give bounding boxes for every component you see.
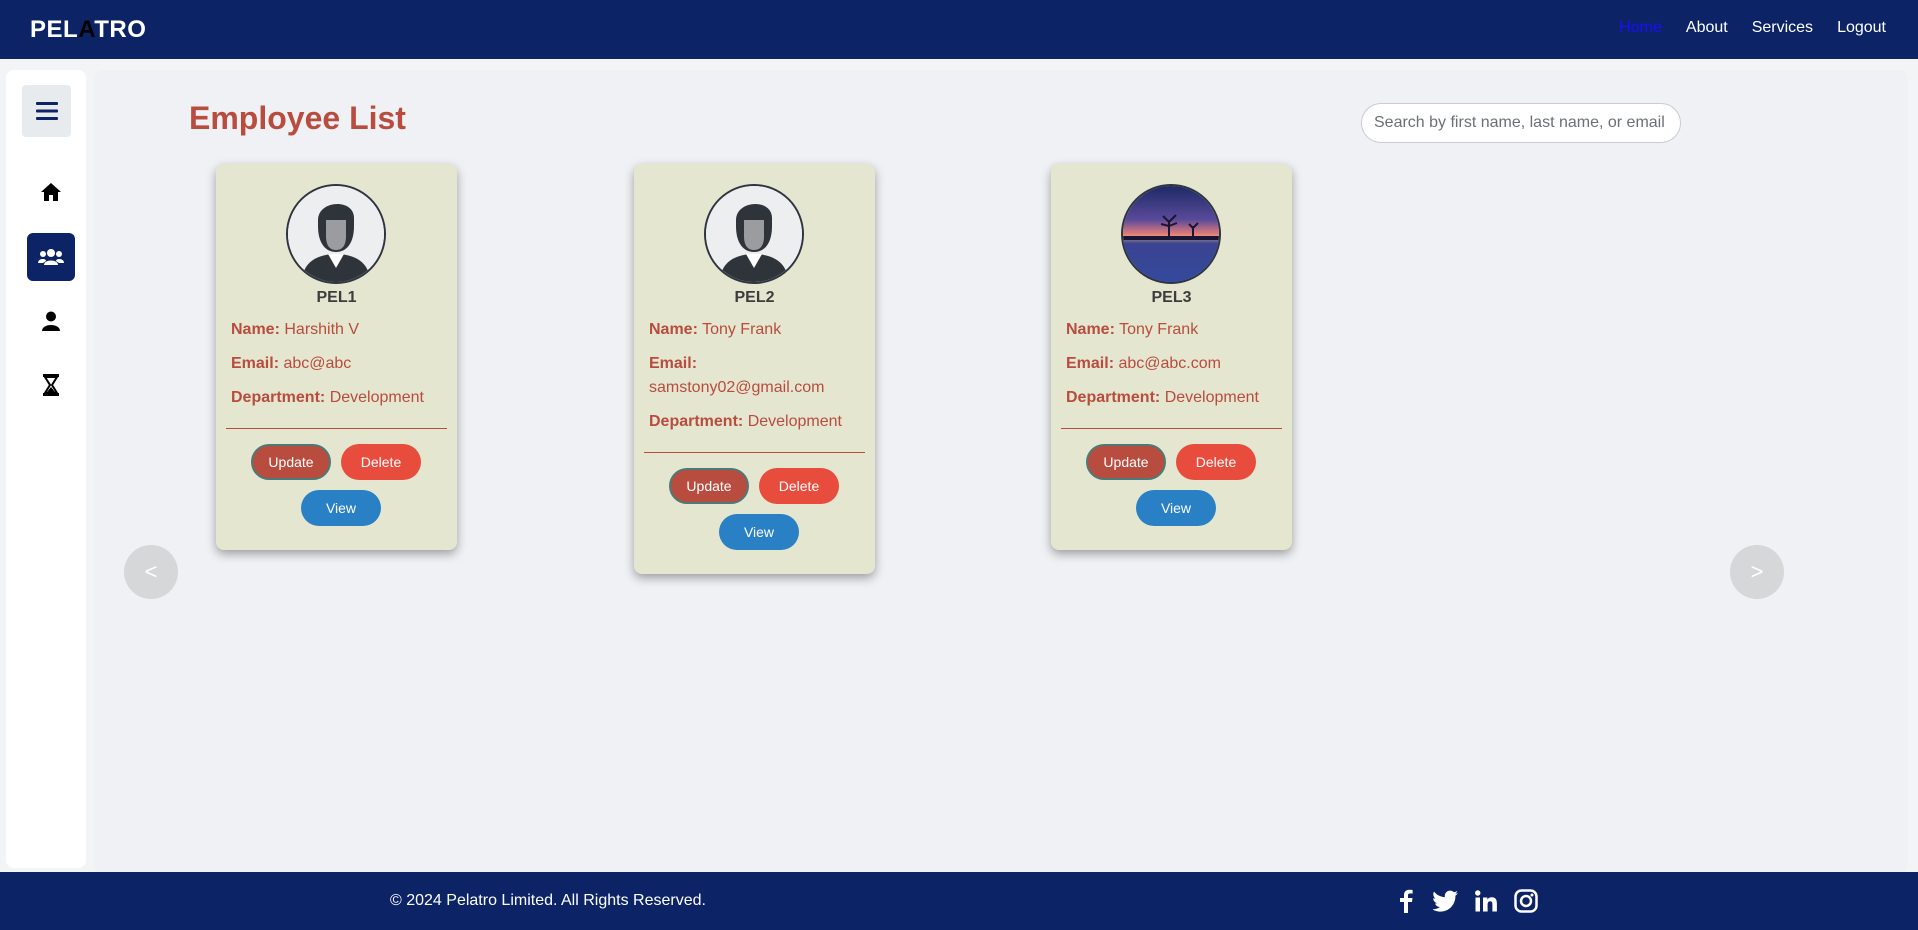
update-button[interactable]: Update — [251, 444, 331, 480]
field-value: Harshith V — [284, 321, 360, 338]
employee-card: PEL3 Name: Tony Frank Email: abc@abc.com… — [1051, 164, 1292, 550]
update-button[interactable]: Update — [669, 468, 749, 504]
home-icon — [41, 183, 61, 201]
field-label: Name: — [231, 321, 280, 338]
nav-services[interactable]: Services — [1752, 19, 1813, 37]
field-value: abc@abc — [283, 355, 352, 372]
next-page-button[interactable]: > — [1730, 545, 1784, 599]
view-button[interactable]: View — [719, 514, 799, 550]
delete-button[interactable]: Delete — [759, 468, 839, 504]
employee-department: Department: Development — [231, 386, 446, 410]
card-divider — [644, 452, 865, 453]
default-avatar-icon — [288, 186, 384, 282]
employee-avatar — [1121, 184, 1221, 284]
employee-email: Email: abc@abc.com — [1066, 352, 1281, 376]
footer: © 2024 Pelatro Limited. All Rights Reser… — [0, 872, 1918, 930]
employee-department: Department: Development — [649, 410, 864, 434]
view-button[interactable]: View — [1136, 490, 1216, 526]
update-button[interactable]: Update — [1086, 444, 1166, 480]
facebook-icon — [1400, 889, 1413, 913]
sidebar-item-home[interactable] — [27, 168, 75, 216]
field-label: Email: — [231, 355, 280, 372]
hamburger-menu-icon — [35, 102, 58, 120]
field-label: Name: — [1066, 321, 1115, 338]
delete-button[interactable]: Delete — [1176, 444, 1256, 480]
field-value: Development — [329, 389, 424, 406]
employee-name: Name: Tony Frank — [1066, 318, 1281, 342]
page-title: Employee List — [189, 100, 406, 136]
brand-text-part: PEL — [30, 16, 79, 43]
employee-name: Name: Tony Frank — [649, 318, 864, 342]
field-value: Tony Frank — [1119, 321, 1199, 338]
search-input[interactable] — [1361, 103, 1681, 143]
landscape-photo-icon — [1123, 186, 1219, 282]
employee-id: PEL1 — [316, 289, 357, 306]
nav-links: Home About Services Logout — [1619, 19, 1886, 37]
field-label: Department: — [1066, 389, 1161, 406]
employee-department: Department: Development — [1066, 386, 1281, 410]
main-panel: Employee List PEL1 Name: Harshith V Emai… — [94, 70, 1908, 874]
twitter-link[interactable] — [1433, 888, 1459, 914]
employee-card: PEL1 Name: Harshith V Email: abc@abc Dep… — [216, 164, 457, 550]
card-divider — [1061, 428, 1282, 429]
field-label: Department: — [231, 389, 326, 406]
nav-about[interactable]: About — [1686, 19, 1728, 37]
sidebar-item-timesheet[interactable] — [27, 361, 75, 409]
twitter-icon — [1433, 890, 1458, 912]
sidebar-toggle-button[interactable] — [22, 85, 71, 137]
field-label: Email: — [1066, 355, 1115, 372]
social-links — [1393, 888, 1539, 914]
users-icon — [38, 249, 64, 265]
employee-email: Email: samstony02@gmail.com — [649, 352, 864, 400]
hourglass-icon — [43, 374, 59, 396]
employee-email: Email: abc@abc — [231, 352, 446, 376]
delete-button[interactable]: Delete — [341, 444, 421, 480]
instagram-icon — [1514, 889, 1538, 913]
nav-logout[interactable]: Logout — [1837, 19, 1886, 37]
nav-home[interactable]: Home — [1619, 19, 1662, 37]
field-value: Development — [747, 413, 842, 430]
default-avatar-icon — [706, 186, 802, 282]
card-divider — [226, 428, 447, 429]
field-value: Tony Frank — [702, 321, 782, 338]
instagram-link[interactable] — [1513, 888, 1539, 914]
top-navbar: PELATRO Home About Services Logout — [0, 0, 1918, 59]
brand-text-accent: A — [78, 16, 95, 43]
field-value: samstony02@gmail.com — [649, 379, 825, 396]
employee-card: PEL2 Name: Tony Frank Email: samstony02@g… — [634, 164, 875, 574]
sidebar-item-profile[interactable] — [27, 297, 75, 345]
employee-avatar — [286, 184, 386, 284]
field-label: Department: — [649, 413, 744, 430]
field-value: abc@abc.com — [1118, 355, 1221, 372]
employee-id: PEL3 — [1151, 289, 1192, 306]
prev-page-button[interactable]: < — [124, 545, 178, 599]
field-label: Email: — [649, 355, 698, 372]
brand-logo[interactable]: PELATRO — [30, 16, 146, 44]
brand-text-part: TRO — [94, 16, 147, 43]
view-button[interactable]: View — [301, 490, 381, 526]
copyright-text: © 2024 Pelatro Limited. All Rights Reser… — [390, 892, 706, 909]
linkedin-link[interactable] — [1473, 888, 1499, 914]
facebook-link[interactable] — [1393, 888, 1419, 914]
field-label: Name: — [649, 321, 698, 338]
employee-id: PEL2 — [734, 289, 775, 306]
user-icon — [42, 311, 60, 331]
field-value: Development — [1164, 389, 1259, 406]
sidebar-item-employees[interactable] — [27, 233, 75, 281]
employee-avatar — [704, 184, 804, 284]
employee-name: Name: Harshith V — [231, 318, 446, 342]
sidebar — [6, 70, 86, 868]
linkedin-icon — [1475, 890, 1497, 912]
